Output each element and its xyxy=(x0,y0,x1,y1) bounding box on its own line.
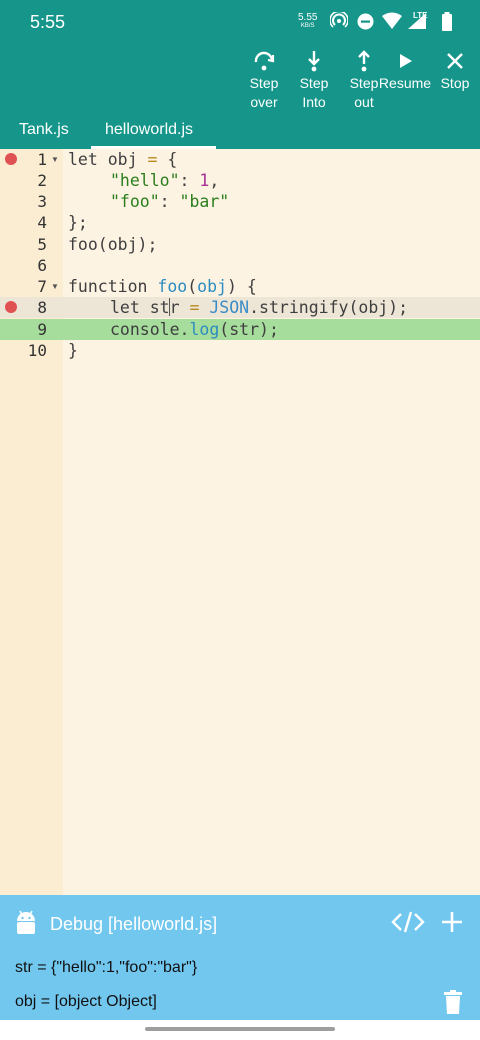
net-speed: 5.55 KB/S xyxy=(298,13,317,31)
wifi-icon xyxy=(382,12,402,29)
fold-arrow-icon[interactable]: ▼ xyxy=(51,276,59,297)
code-token: = xyxy=(189,298,200,317)
tab-tank-js[interactable]: Tank.js xyxy=(19,121,69,139)
code-token: ( xyxy=(187,277,198,296)
code-token: "hello" xyxy=(110,171,180,190)
code-token: : xyxy=(159,192,180,211)
code-line-8[interactable]: let str = JSON.stringify(obj); xyxy=(110,297,408,318)
status-bar: 5:55 5.55 KB/S LTE xyxy=(0,0,480,46)
debug-variable-str: str = {"hello":1,"foo":"bar"} xyxy=(15,959,198,976)
code-token: .stringify(obj); xyxy=(249,298,409,317)
line-number: 7 xyxy=(37,277,47,296)
code-token: obj xyxy=(97,150,148,169)
net-speed-unit: KB/S xyxy=(300,23,315,29)
code-line-2[interactable]: "hello": 1, xyxy=(110,170,219,191)
resume-label: Resume xyxy=(378,75,432,91)
app-bar: 5:55 5.55 KB/S LTE Step over Step Into S… xyxy=(0,0,480,149)
debug-variable-obj: obj = [object Object] xyxy=(15,993,157,1010)
line-number: 10 xyxy=(27,341,47,360)
code-token: . xyxy=(179,320,190,339)
debug-title: Debug [helloworld.js] xyxy=(50,914,218,934)
network-type: LTE xyxy=(413,11,428,20)
code-token: let st xyxy=(110,298,170,317)
line-number: 6 xyxy=(37,256,47,275)
line-number: 1 xyxy=(37,150,47,169)
code-token: function xyxy=(68,277,158,296)
line-number: 8 xyxy=(37,298,47,317)
code-line-10[interactable]: } xyxy=(68,340,78,361)
file-tabs: Tank.js helloworld.js xyxy=(0,113,480,149)
code-token: r xyxy=(169,298,190,317)
play-icon xyxy=(400,54,412,68)
code-token: = xyxy=(147,150,158,169)
code-line-7[interactable]: function foo(obj) { xyxy=(68,276,257,297)
step-out-label-2: out xyxy=(354,94,374,110)
close-icon xyxy=(447,53,463,69)
stop-button[interactable]: Stop xyxy=(430,48,480,93)
code-line-9[interactable]: console.log(str); xyxy=(110,319,279,340)
step-over-icon xyxy=(254,51,275,71)
android-icon xyxy=(17,910,35,934)
code-token: "foo" xyxy=(110,192,160,211)
code-token: { xyxy=(157,150,178,169)
step-into-icon xyxy=(308,51,320,72)
add-icon[interactable] xyxy=(441,911,463,933)
code-token: obj xyxy=(197,277,227,296)
stop-label: Stop xyxy=(440,75,470,91)
code-token: log xyxy=(189,320,220,339)
line-number: 5 xyxy=(37,235,47,254)
line-number: 2 xyxy=(37,171,47,190)
step-out-icon xyxy=(358,50,370,72)
code-token: (str); xyxy=(219,320,279,339)
code-token: , xyxy=(209,171,220,190)
code-token: let xyxy=(68,150,98,169)
trash-icon[interactable] xyxy=(444,990,462,1014)
code-token: 1 xyxy=(199,171,210,190)
code-icon[interactable] xyxy=(391,911,425,933)
code-token: : xyxy=(179,171,200,190)
battery-icon xyxy=(442,12,452,31)
code-token: foo xyxy=(157,277,188,296)
debug-panel: Debug [helloworld.js] str = {"hello":1,"… xyxy=(0,895,480,1020)
code-token: console xyxy=(110,320,180,339)
tab-helloworld-js[interactable]: helloworld.js xyxy=(105,121,193,139)
code-token: "bar" xyxy=(179,192,230,211)
status-time: 5:55 xyxy=(30,12,66,32)
code-token: JSON xyxy=(209,298,250,317)
code-line-3[interactable]: "foo": "bar" xyxy=(110,191,229,212)
fold-arrow-icon[interactable]: ▼ xyxy=(51,149,59,170)
home-gesture-bar[interactable] xyxy=(145,1027,335,1031)
code-line-4[interactable]: }; xyxy=(68,212,88,233)
code-editor[interactable] xyxy=(63,149,480,895)
code-token: ) { xyxy=(226,277,257,296)
line-number: 9 xyxy=(37,320,47,339)
line-number: 3 xyxy=(37,192,47,211)
line-number: 4 xyxy=(37,213,47,232)
hotspot-icon xyxy=(330,12,348,28)
code-line-1[interactable]: let obj = { xyxy=(68,149,177,170)
code-line-5[interactable]: foo(obj); xyxy=(68,234,157,255)
do-not-disturb-icon xyxy=(357,13,374,30)
resume-button[interactable]: Resume xyxy=(377,48,433,93)
